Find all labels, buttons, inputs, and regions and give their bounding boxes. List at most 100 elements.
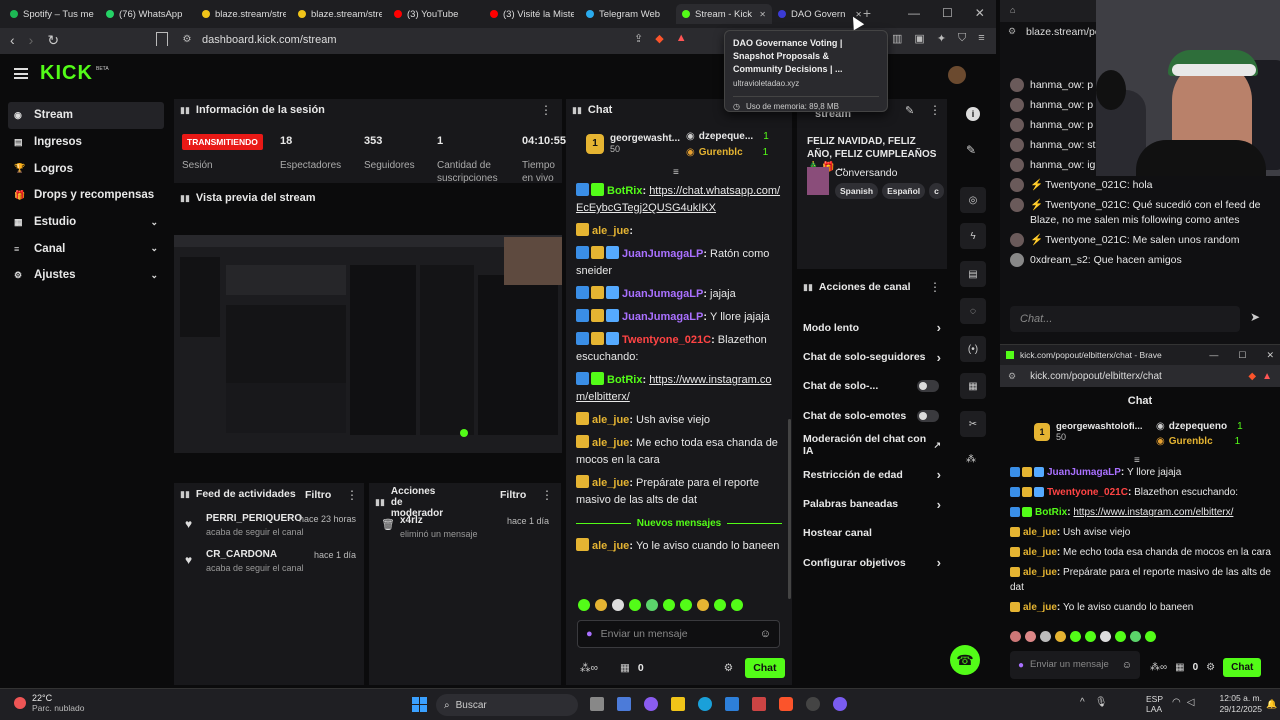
- broadcast-tool-icon[interactable]: (•): [960, 336, 986, 362]
- gift-box-icon[interactable]: ▦: [620, 662, 630, 674]
- emote-icon[interactable]: [731, 599, 743, 611]
- wallet-icon[interactable]: ▣: [914, 32, 924, 45]
- brave-app-icon[interactable]: [779, 697, 793, 711]
- brave-maximize-icon[interactable]: ☐: [1238, 350, 1246, 361]
- popout-username[interactable]: hanma_ow: [1030, 119, 1081, 131]
- popout-username[interactable]: hanma_ow: [1030, 79, 1081, 91]
- sidebar-item-stream[interactable]: ◉ Stream: [8, 102, 164, 129]
- mail-icon[interactable]: [752, 697, 766, 711]
- maximize-icon[interactable]: ☐: [942, 6, 953, 20]
- vpn-icon[interactable]: ⛉: [958, 32, 966, 45]
- user-avatar[interactable]: [948, 66, 966, 84]
- tab-close-icon[interactable]: ✕: [759, 10, 766, 19]
- clock[interactable]: 12:05 a. m. 29/12/2025: [1206, 693, 1262, 715]
- reload-icon[interactable]: ↻: [47, 32, 59, 49]
- edge-icon[interactable]: [698, 697, 712, 711]
- stream-tag[interactable]: c: [929, 183, 944, 199]
- sidebar-item-drops-y-recompensas[interactable]: 🎁 Drops y recompensas: [8, 182, 164, 209]
- chat-username[interactable]: JuanJumagaLP: [622, 288, 703, 300]
- community-icon[interactable]: ⁂∞: [1150, 662, 1167, 673]
- back-icon[interactable]: ‹: [10, 32, 15, 49]
- feed-item[interactable]: ♥ PERRI_PERIQUERO acaba de seguir el canal…: [174, 513, 364, 549]
- channel-action-item[interactable]: Modo lento ›: [797, 313, 945, 342]
- settings-icon[interactable]: ⚙: [1206, 662, 1215, 673]
- channel-action-item[interactable]: Chat de solo-seguidores ›: [797, 342, 945, 371]
- taskbar-search[interactable]: ⌕ Buscar: [436, 694, 578, 716]
- brave-url[interactable]: kick.com/popout/elbitterx/chat: [1030, 371, 1242, 382]
- bolt-tool-icon[interactable]: ϟ: [960, 223, 986, 249]
- channel-action-item[interactable]: Restricción de edad ›: [797, 460, 945, 489]
- emote-icon[interactable]: [595, 599, 607, 611]
- chat-username[interactable]: JuanJumagaLP: [622, 248, 703, 260]
- chat-username[interactable]: BotRix: [1035, 507, 1067, 518]
- minimize-icon[interactable]: —: [908, 6, 920, 20]
- popout-username[interactable]: 0xdream_s2: [1030, 254, 1088, 266]
- url-field[interactable]: dashboard.kick.com/stream: [202, 34, 337, 46]
- emote-icon[interactable]: [1025, 631, 1036, 642]
- copilot-icon[interactable]: [644, 697, 658, 711]
- volume-icon[interactable]: ◁: [1187, 697, 1195, 708]
- stream-tag[interactable]: Spanish: [835, 183, 879, 199]
- brave-shield-icon[interactable]: ◆: [1248, 371, 1256, 382]
- emote-icon[interactable]: [1145, 631, 1156, 642]
- popout-username[interactable]: hanma_ow: [1030, 99, 1081, 111]
- chat-scrollbar[interactable]: [788, 419, 791, 599]
- emote-icon[interactable]: [629, 599, 641, 611]
- chat-username[interactable]: Twentyone_021C: [622, 334, 711, 346]
- channel-action-item[interactable]: Chat de solo-...: [797, 372, 945, 401]
- stream-menu-icon[interactable]: ⋮: [929, 103, 941, 117]
- panel-drag-icon[interactable]: ▮▮: [180, 105, 190, 116]
- brave-close-icon[interactable]: ✕: [1266, 350, 1274, 361]
- info-icon[interactable]: i: [966, 107, 980, 121]
- actions-menu-icon[interactable]: ⋮: [929, 280, 941, 294]
- emote-icon[interactable]: [578, 599, 590, 611]
- start-icon[interactable]: [412, 697, 427, 712]
- mod-filter-button[interactable]: Filtro: [500, 489, 526, 501]
- chat-username[interactable]: ale_jue: [1023, 602, 1057, 613]
- chat-input[interactable]: ● Enviar un mensaje ☺: [577, 620, 780, 648]
- brave-send-button[interactable]: Chat: [1223, 658, 1262, 677]
- browser-tab[interactable]: (3) Visité la Miste: [484, 4, 580, 24]
- sidebar-item-logros[interactable]: 🏆 Logros: [8, 155, 164, 182]
- popout-username[interactable]: Twentyone_021C: [1045, 179, 1127, 191]
- browser-tab[interactable]: Spotify – Tus me: [4, 4, 100, 24]
- session-menu-icon[interactable]: ⋮: [540, 103, 552, 117]
- chat-username[interactable]: JuanJumagaLP: [622, 311, 703, 323]
- panel-drag-icon[interactable]: ▮▮: [180, 489, 190, 500]
- community-icon[interactable]: ⁂∞: [580, 662, 598, 674]
- share-icon[interactable]: ⇪: [634, 32, 643, 45]
- file-explorer-icon[interactable]: [671, 697, 685, 711]
- emote-icon[interactable]: [646, 599, 658, 611]
- chat-username[interactable]: ale_jue: [1023, 527, 1057, 538]
- emote-icon[interactable]: [1040, 631, 1051, 642]
- panel-drag-icon[interactable]: ▮▮: [803, 282, 813, 293]
- gift-box-icon[interactable]: ▦: [1175, 662, 1184, 673]
- popout-username[interactable]: hanma_ow: [1030, 159, 1081, 171]
- emote-icon[interactable]: [1085, 631, 1096, 642]
- leo-icon[interactable]: ✦: [937, 32, 946, 45]
- emote-icon[interactable]: [714, 599, 726, 611]
- gifter-card-2[interactable]: ◉ dzepeque... 1: [686, 131, 769, 142]
- mic-icon[interactable]: ●: [586, 628, 593, 640]
- support-button[interactable]: ☎: [950, 645, 980, 675]
- mic-tray-icon[interactable]: 🎙: [1095, 697, 1108, 708]
- panel-drag-icon[interactable]: ▮▮: [572, 105, 582, 116]
- camera-tool-icon[interactable]: ◎: [960, 187, 986, 213]
- browser-tab[interactable]: blaze.stream/stre: [292, 4, 388, 24]
- browser-tab[interactable]: (76) WhatsApp: [100, 4, 196, 24]
- sidebar-item-ingresos[interactable]: ▤ Ingresos: [8, 129, 164, 156]
- feed-menu-icon[interactable]: ⋮: [346, 488, 358, 502]
- pencil-icon[interactable]: ✎: [966, 143, 976, 157]
- emote-icon[interactable]: [663, 599, 675, 611]
- browser-tab[interactable]: Stream - Kick ✕: [676, 4, 772, 24]
- chat-username[interactable]: JuanJumagaLP: [1047, 467, 1121, 478]
- wrench-tool-icon[interactable]: ✂: [960, 411, 986, 437]
- feed-item[interactable]: ♥ CR_CARDONA acaba de seguir el canal hace …: [174, 549, 364, 585]
- brave-shield-icon[interactable]: ◆: [655, 32, 663, 45]
- emote-icon[interactable]: [1100, 631, 1111, 642]
- new-messages-divider[interactable]: Nuevos mensajes: [576, 515, 782, 532]
- popout-send-icon[interactable]: ➤: [1250, 310, 1260, 324]
- browser-tab[interactable]: Telegram Web: [580, 4, 676, 24]
- mod-item[interactable]: 🗑 x4rlz eliminó un mensaje hace 1 día: [369, 515, 561, 551]
- chat-username[interactable]: Twentyone_021C: [1047, 487, 1128, 498]
